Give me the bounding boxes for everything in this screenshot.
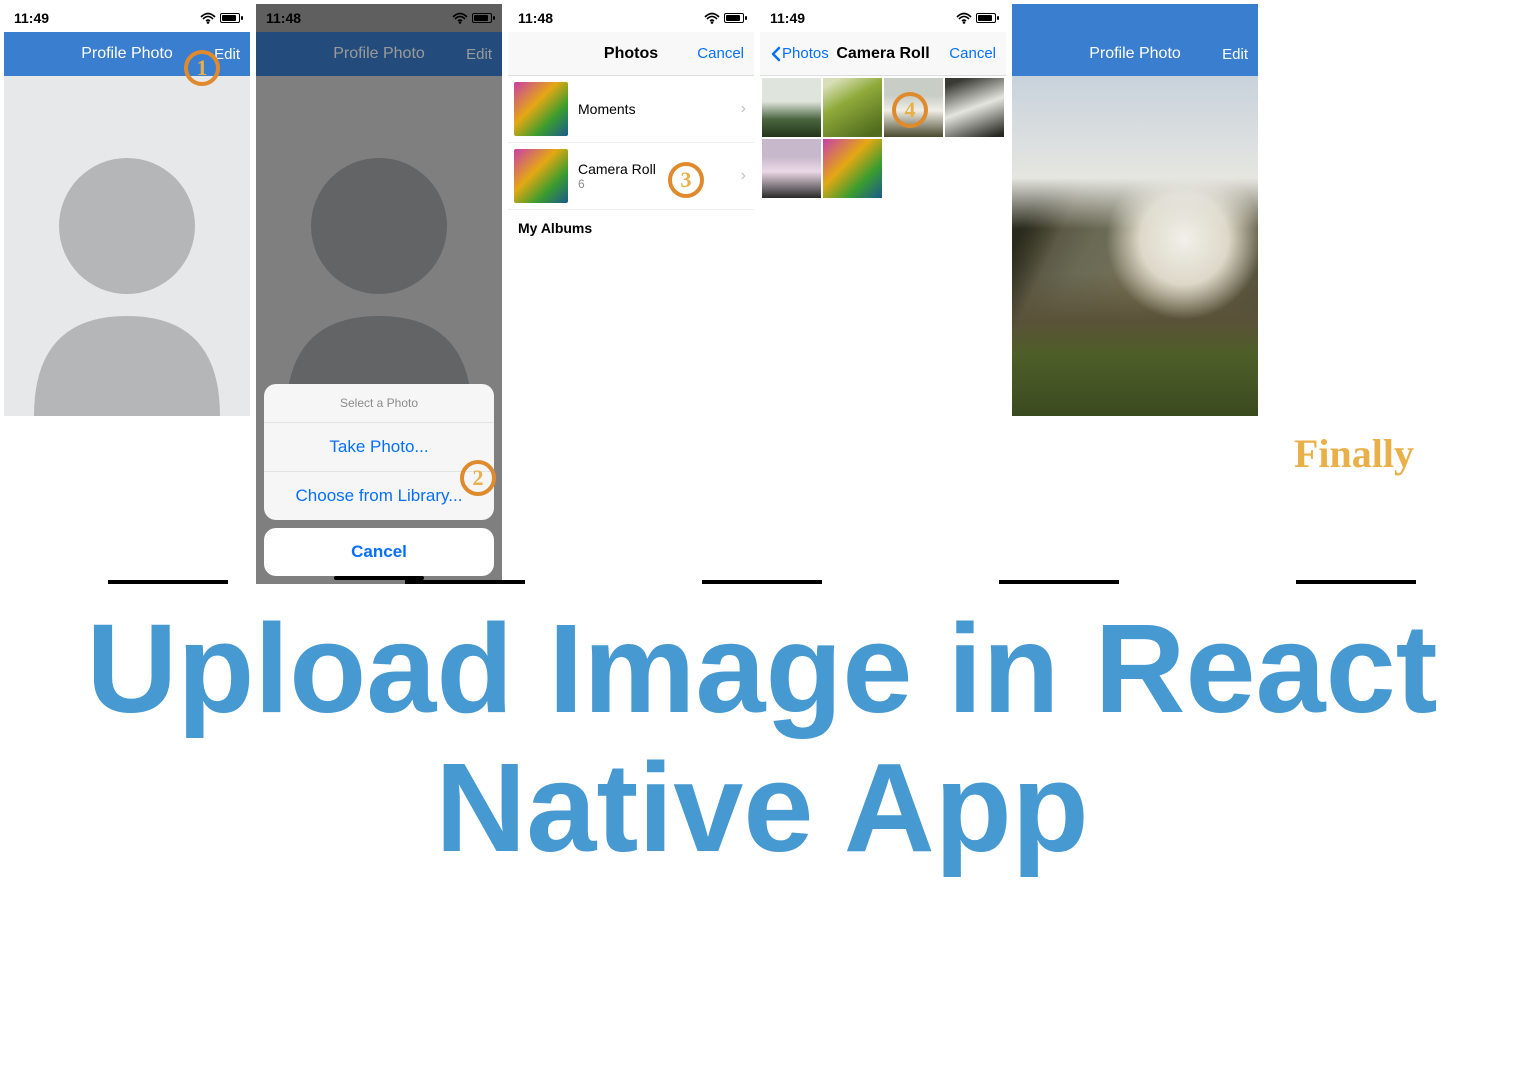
annotation-1: 1 [184,50,220,86]
dash-row [0,580,1524,584]
cancel-button[interactable]: Cancel [949,45,996,62]
nav-title: Profile Photo [333,45,425,63]
battery-icon [724,13,744,23]
avatar-placeholder-icon [4,76,250,416]
nav-title: Camera Roll [836,45,929,63]
finally-label: Finally [1294,430,1414,477]
status-icons [452,12,492,24]
back-button[interactable]: Photos [770,45,829,62]
status-icons [956,12,996,24]
back-label: Photos [782,45,829,62]
album-label: Moments [578,101,636,117]
photo-thumb[interactable] [823,78,882,137]
screen-1: 11:49 Profile Photo Edit 1 [4,4,250,418]
wifi-icon [452,12,468,24]
wifi-icon [200,12,216,24]
dash-icon [702,580,822,584]
nav-bar: Photos Cancel [508,32,754,76]
chevron-right-icon: › [741,167,746,185]
chevron-left-icon [770,46,782,62]
cancel-button[interactable]: Cancel [264,528,494,576]
screen-4: 11:49 Photos Camera Roll Cancel 4 [760,4,1006,418]
profile-image[interactable] [1012,76,1258,416]
chevron-right-icon: › [741,100,746,118]
status-bar: 11:48 [256,4,502,32]
nav-bar: Profile Photo Edit [256,32,502,76]
nav-title: Profile Photo [81,45,173,63]
album-row-cameraroll[interactable]: Camera Roll 6 › [508,143,754,210]
status-bar: 11:48 [508,4,754,32]
status-bar: 11:49 [760,4,1006,32]
album-name: Moments [578,101,636,117]
section-header: My Albums [508,210,754,246]
annotation-3: 3 [668,162,704,198]
nav-bar: Photos Camera Roll Cancel [760,32,1006,76]
screen-2: 11:48 Profile Photo Edit Select a Photo … [256,4,502,584]
photo-thumb[interactable] [823,139,882,198]
album-thumb [514,149,568,203]
wifi-icon [956,12,972,24]
sheet-title: Select a Photo [264,384,494,423]
status-time: 11:49 [770,10,805,26]
headline: Upload Image in React Native App [0,600,1524,877]
dash-icon [1296,580,1416,584]
dash-icon [999,580,1119,584]
status-time: 11:48 [266,10,301,26]
status-time: 11:49 [14,10,49,26]
photo-thumb[interactable] [945,78,1004,137]
album-count: 6 [578,177,656,191]
status-bar: 11:49 [4,4,250,32]
annotation-2: 2 [460,460,496,496]
take-photo-button[interactable]: Take Photo... [264,423,494,472]
edit-button[interactable]: Edit [466,46,492,63]
nav-bar: Profile Photo Edit [1012,4,1258,76]
dash-icon [108,580,228,584]
profile-avatar[interactable] [4,76,250,416]
nav-title: Photos [604,45,658,63]
dash-icon [405,580,525,584]
battery-icon [472,13,492,23]
photo-thumb[interactable] [762,78,821,137]
album-label: Camera Roll 6 [578,161,656,191]
wifi-icon [704,12,720,24]
photo-thumb[interactable] [762,139,821,198]
album-thumb [514,82,568,136]
screen-5: Profile Photo Edit [1012,4,1258,418]
screen-3: 11:48 Photos Cancel Moments › C [508,4,754,418]
annotation-4: 4 [892,92,928,128]
album-list: Moments › Camera Roll 6 › My Albums [508,76,754,246]
action-sheet-group: Select a Photo Take Photo... Choose from… [264,384,494,520]
edit-button[interactable]: Edit [1222,46,1248,63]
cancel-button[interactable]: Cancel [697,45,744,62]
status-icons [200,12,240,24]
status-icons [704,12,744,24]
album-name: Camera Roll [578,161,656,177]
photo-grid [760,76,1006,200]
album-row-moments[interactable]: Moments › [508,76,754,143]
nav-title: Profile Photo [1089,45,1181,63]
battery-icon [220,13,240,23]
status-time: 11:48 [518,10,553,26]
battery-icon [976,13,996,23]
